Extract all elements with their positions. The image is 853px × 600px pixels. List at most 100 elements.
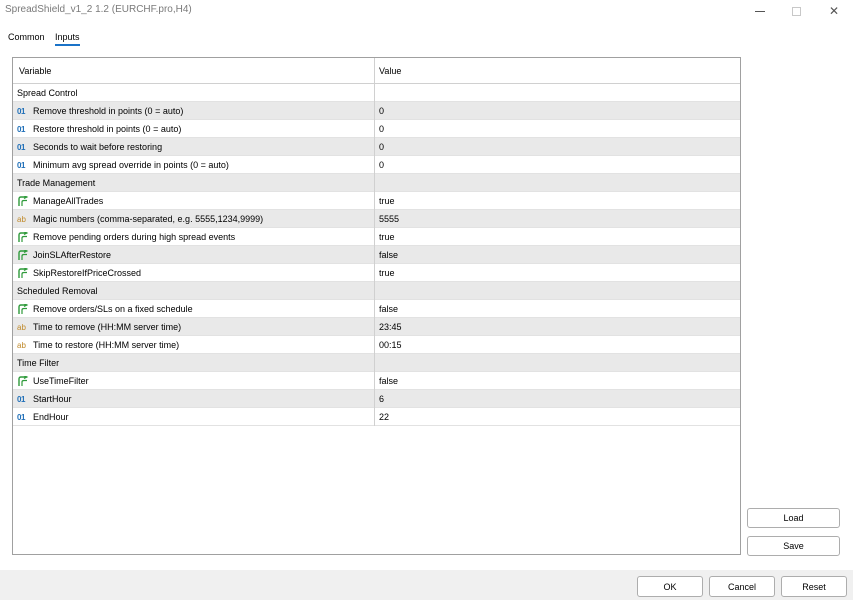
value-cell[interactable]: false: [375, 372, 740, 390]
save-button[interactable]: Save: [747, 536, 840, 556]
inputs-panel: Variable Value Spread Control 01 Remove th…: [0, 48, 853, 570]
variable-label: Restore threshold in points (0 = auto): [33, 124, 182, 134]
column-header-variable[interactable]: Variable: [13, 58, 375, 84]
variable-cell: ManageAllTrades: [13, 192, 375, 210]
variable-label: JoinSLAfterRestore: [33, 250, 112, 260]
variable-cell: ab Time to restore (HH:MM server time): [13, 336, 375, 354]
group-label-cell: Time Filter: [13, 354, 375, 372]
minimize-icon: [755, 10, 765, 12]
value-cell[interactable]: true: [375, 192, 740, 210]
variable-label: ManageAllTrades: [33, 196, 104, 206]
tab-inputs[interactable]: Inputs: [55, 32, 80, 46]
variable-label: StartHour: [33, 394, 72, 404]
variable-cell: 01 EndHour: [13, 408, 375, 426]
variable-cell: JoinSLAfterRestore: [13, 246, 375, 264]
grid-header: Variable Value: [13, 58, 740, 84]
value-cell[interactable]: 00:15: [375, 336, 740, 354]
value-cell[interactable]: 0: [375, 138, 740, 156]
param-row[interactable]: ab Magic numbers (comma-separated, e.g. 5…: [13, 210, 740, 228]
variable-cell: SkipRestoreIfPriceCrossed: [13, 264, 375, 282]
param-row[interactable]: 01 EndHour 22: [13, 408, 740, 426]
group-value-cell: [375, 84, 740, 102]
group-row: Spread Control: [13, 84, 740, 102]
variable-cell: UseTimeFilter: [13, 372, 375, 390]
value-cell[interactable]: 5555: [375, 210, 740, 228]
variable-cell: ab Time to remove (HH:MM server time): [13, 318, 375, 336]
variable-cell: 01 Restore threshold in points (0 = auto): [13, 120, 375, 138]
string-icon: ab: [17, 214, 26, 224]
value-cell[interactable]: false: [375, 300, 740, 318]
param-row[interactable]: SkipRestoreIfPriceCrossed true: [13, 264, 740, 282]
param-row[interactable]: ab Time to remove (HH:MM server time) 23:4…: [13, 318, 740, 336]
value-cell[interactable]: false: [375, 246, 740, 264]
variable-label: Remove orders/SLs on a fixed schedule: [33, 304, 193, 314]
param-row[interactable]: ab Time to restore (HH:MM server time) 00:…: [13, 336, 740, 354]
param-row[interactable]: 01 Restore threshold in points (0 = auto)…: [13, 120, 740, 138]
group-label: Time Filter: [17, 358, 60, 368]
string-icon: ab: [17, 340, 26, 350]
param-row[interactable]: Remove orders/SLs on a fixed schedule fal…: [13, 300, 740, 318]
bool-icon: [17, 303, 31, 315]
string-icon: ab: [17, 322, 26, 332]
variable-cell: 01 Remove threshold in points (0 = auto): [13, 102, 375, 120]
group-value-cell: [375, 282, 740, 300]
value-cell[interactable]: 0: [375, 120, 740, 138]
bool-icon: [17, 195, 31, 207]
value-cell[interactable]: 6: [375, 390, 740, 408]
group-label-cell: Scheduled Removal: [13, 282, 375, 300]
param-row[interactable]: Remove pending orders during high spread…: [13, 228, 740, 246]
group-label: Spread Control: [17, 88, 78, 98]
group-row: Scheduled Removal: [13, 282, 740, 300]
param-row[interactable]: ManageAllTrades true: [13, 192, 740, 210]
param-row[interactable]: 01 Minimum avg spread override in points …: [13, 156, 740, 174]
load-button[interactable]: Load: [747, 508, 840, 528]
variable-label: Minimum avg spread override in points (0…: [33, 160, 229, 170]
group-label-cell: Spread Control: [13, 84, 375, 102]
tab-strip: Common Inputs: [0, 22, 853, 48]
value-cell[interactable]: true: [375, 264, 740, 282]
maximize-icon: [791, 6, 801, 16]
column-header-value[interactable]: Value: [375, 58, 740, 84]
bool-icon: [17, 249, 31, 261]
param-row[interactable]: 01 Seconds to wait before restoring 0: [13, 138, 740, 156]
group-value-cell: [375, 174, 740, 192]
variable-label: Remove pending orders during high spread…: [33, 232, 236, 242]
group-row: Trade Management: [13, 174, 740, 192]
variable-label: Time to restore (HH:MM server time): [33, 340, 180, 350]
param-row[interactable]: UseTimeFilter false: [13, 372, 740, 390]
param-row[interactable]: 01 Remove threshold in points (0 = auto) 0: [13, 102, 740, 120]
reset-button[interactable]: Reset: [781, 576, 847, 597]
int-icon: 01: [17, 106, 25, 116]
cancel-button[interactable]: Cancel: [709, 576, 775, 597]
variable-label: Time to remove (HH:MM server time): [33, 322, 182, 332]
int-icon: 01: [17, 394, 25, 404]
param-row[interactable]: JoinSLAfterRestore false: [13, 246, 740, 264]
param-row[interactable]: 01 StartHour 6: [13, 390, 740, 408]
title-bar: SpreadShield_v1_2 1.2 (EURCHF.pro,H4) ✕: [0, 0, 853, 22]
int-icon: 01: [17, 142, 25, 152]
value-cell[interactable]: 23:45: [375, 318, 740, 336]
value-cell[interactable]: 0: [375, 156, 740, 174]
value-cell[interactable]: 22: [375, 408, 740, 426]
bool-icon: [17, 267, 31, 279]
variable-label: Seconds to wait before restoring: [33, 142, 163, 152]
group-row: Time Filter: [13, 354, 740, 372]
variable-label: SkipRestoreIfPriceCrossed: [33, 268, 142, 278]
group-label: Scheduled Removal: [17, 286, 98, 296]
variable-cell: ab Magic numbers (comma-separated, e.g. 5…: [13, 210, 375, 228]
variable-cell: 01 Minimum avg spread override in points …: [13, 156, 375, 174]
ok-button[interactable]: OK: [637, 576, 703, 597]
value-cell[interactable]: 0: [375, 102, 740, 120]
close-icon: ✕: [828, 4, 840, 18]
maximize-button[interactable]: [776, 0, 816, 22]
minimize-button[interactable]: [740, 0, 780, 22]
window-title: SpreadShield_v1_2 1.2 (EURCHF.pro,H4): [5, 4, 192, 15]
int-icon: 01: [17, 160, 25, 170]
variable-label: Magic numbers (comma-separated, e.g. 555…: [33, 214, 264, 224]
value-cell[interactable]: true: [375, 228, 740, 246]
variable-label: EndHour: [33, 412, 69, 422]
close-button[interactable]: ✕: [814, 0, 853, 22]
bool-icon: [17, 375, 31, 387]
tab-common[interactable]: Common: [8, 32, 45, 42]
bool-icon: [17, 231, 31, 243]
